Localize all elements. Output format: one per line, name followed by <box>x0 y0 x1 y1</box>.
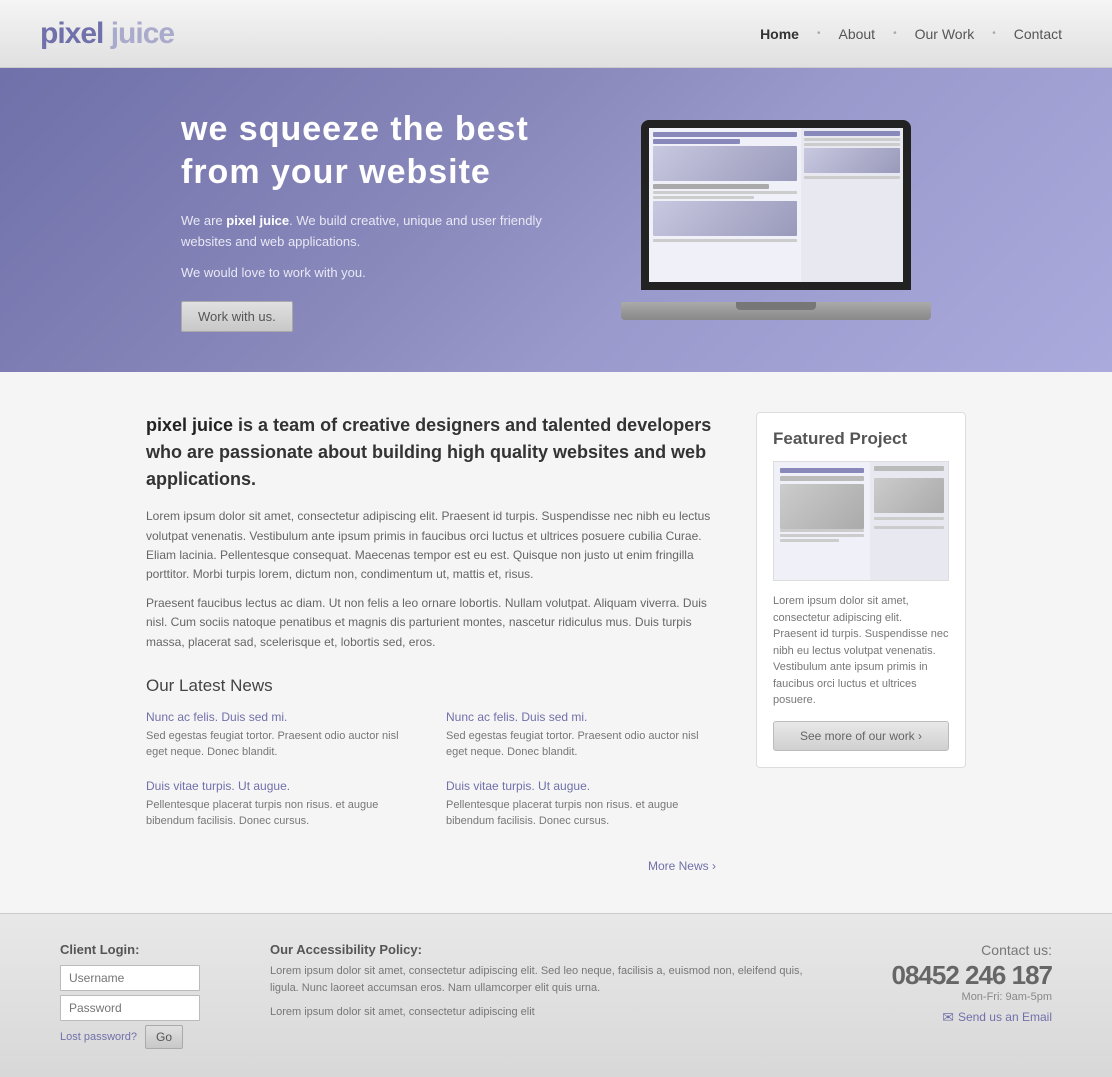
hero-headline: we squeeze the best from your website <box>181 108 561 193</box>
policy-para2: Lorem ipsum dolor sit amet, consectetur … <box>270 1004 812 1022</box>
news-item-1-title[interactable]: Nunc ac felis. Duis sed mi. <box>146 710 416 724</box>
featured-project-title: Featured Project <box>773 429 949 449</box>
contact-hours: Mon-Fri: 9am-5pm <box>852 991 1052 1003</box>
news-item-3: Duis vitae turpis. Ut augue. Pellentesqu… <box>146 779 416 830</box>
mail-icon: ✉ <box>942 1009 954 1026</box>
fp-bar-r1 <box>874 466 944 471</box>
go-button[interactable]: Go <box>145 1025 183 1049</box>
hero-image <box>621 120 931 320</box>
latest-news-title: Our Latest News <box>146 676 716 696</box>
screen-content <box>649 128 903 282</box>
email-link[interactable]: ✉ Send us an Email <box>852 1009 1052 1026</box>
fp-left <box>774 462 870 580</box>
fp-text-2 <box>780 534 864 537</box>
news-item-3-text: Pellentesque placerat turpis non risus. … <box>146 797 416 830</box>
news-item-2: Nunc ac felis. Duis sed mi. Sed egestas … <box>446 710 716 761</box>
screen-text-4 <box>804 138 900 141</box>
fp-text-1 <box>780 529 864 532</box>
username-input[interactable] <box>60 965 200 991</box>
screen-bar-3 <box>653 184 769 189</box>
screen-left <box>649 128 801 282</box>
screen-bar-1 <box>653 132 797 137</box>
fp-text-r1 <box>874 517 944 520</box>
screen-img-2 <box>653 201 797 236</box>
fp-bar-2 <box>780 476 864 481</box>
nav-dot-3: • <box>992 28 996 39</box>
latest-news-section: Our Latest News Nunc ac felis. Duis sed … <box>146 676 716 873</box>
news-item-3-title[interactable]: Duis vitae turpis. Ut augue. <box>146 779 416 793</box>
email-label: Send us an Email <box>958 1010 1052 1024</box>
hero-text: we squeeze the best from your website We… <box>181 108 561 332</box>
news-grid: Nunc ac felis. Duis sed mi. Sed egestas … <box>146 710 716 848</box>
nav-dot-2: • <box>893 28 897 39</box>
contact-label: Contact us: <box>852 942 1052 958</box>
fp-img-inner <box>774 462 948 580</box>
hero-section: we squeeze the best from your website We… <box>0 68 1112 372</box>
laptop-mockup <box>621 120 931 320</box>
laptop-screen <box>641 120 911 290</box>
news-item-2-title[interactable]: Nunc ac felis. Duis sed mi. <box>446 710 716 724</box>
featured-project-card: Featured Project <box>756 412 966 768</box>
see-more-button[interactable]: See more of our work <box>773 721 949 751</box>
site-footer: Client Login: Lost password? Go Our Acce… <box>0 913 1112 1077</box>
fp-text-r2 <box>874 526 944 529</box>
login-label: Client Login: <box>60 942 230 957</box>
screen-text-3 <box>653 239 797 242</box>
screen-bar-2 <box>653 139 740 144</box>
featured-project-image <box>773 461 949 581</box>
footer-policy: Our Accessibility Policy: Lorem ipsum do… <box>270 942 812 1028</box>
more-news-link[interactable]: More News <box>648 859 716 873</box>
footer-login: Client Login: Lost password? Go <box>60 942 230 1049</box>
main-nav: Home • About • Our Work • Contact <box>750 26 1072 42</box>
featured-project-desc: Lorem ipsum dolor sit amet, consectetur … <box>773 593 949 709</box>
content-right: Featured Project <box>756 412 966 872</box>
fp-bar-1 <box>780 468 864 473</box>
contact-phone: 08452 246 187 <box>852 960 1052 991</box>
news-item-2-text: Sed egestas feugiat tortor. Praesent odi… <box>446 728 716 761</box>
news-item-1: Nunc ac felis. Duis sed mi. Sed egestas … <box>146 710 416 761</box>
laptop-base <box>621 302 931 320</box>
screen-img-1 <box>653 146 797 181</box>
nav-about[interactable]: About <box>828 26 885 42</box>
about-heading: pixel juice is a team of creative design… <box>146 412 716 493</box>
main-content: pixel juice is a team of creative design… <box>0 372 1112 912</box>
hero-cta-button[interactable]: Work with us. <box>181 301 293 332</box>
news-item-1-text: Sed egestas feugiat tortor. Praesent odi… <box>146 728 416 761</box>
hero-intro: We are pixel juice. We build creative, u… <box>181 211 561 253</box>
footer-contact: Contact us: 08452 246 187 Mon-Fri: 9am-5… <box>852 942 1052 1026</box>
news-item-4: Duis vitae turpis. Ut augue. Pellentesqu… <box>446 779 716 830</box>
password-input[interactable] <box>60 995 200 1021</box>
fp-right <box>870 462 948 580</box>
news-item-4-title[interactable]: Duis vitae turpis. Ut augue. <box>446 779 716 793</box>
fp-img-block <box>780 484 864 529</box>
nav-dot-1: • <box>817 28 821 39</box>
nav-our-work[interactable]: Our Work <box>905 26 985 42</box>
fp-img-block-r <box>874 478 944 513</box>
nav-home[interactable]: Home <box>750 26 809 42</box>
news-item-4-text: Pellentesque placerat turpis non risus. … <box>446 797 716 830</box>
about-para2: Praesent faucibus lectus ac diam. Ut non… <box>146 594 716 652</box>
site-header: pixel juice Home • About • Our Work • Co… <box>0 0 1112 68</box>
laptop-notch <box>736 302 816 310</box>
lost-password-link[interactable]: Lost password? <box>60 1031 137 1043</box>
screen-text-5 <box>804 143 900 146</box>
screen-bar-4 <box>804 131 900 136</box>
policy-para1: Lorem ipsum dolor sit amet, consectetur … <box>270 963 812 998</box>
about-section: pixel juice is a team of creative design… <box>146 412 716 651</box>
screen-text-2 <box>653 196 754 199</box>
about-para1: Lorem ipsum dolor sit amet, consectetur … <box>146 507 716 584</box>
screen-text-6 <box>804 176 900 179</box>
hero-tagline: We would love to work with you. <box>181 263 561 284</box>
login-row: Lost password? Go <box>60 1025 230 1049</box>
fp-text-3 <box>780 539 839 542</box>
screen-img-3 <box>804 148 900 173</box>
site-logo[interactable]: pixel juice <box>40 17 174 51</box>
screen-text-1 <box>653 191 797 194</box>
main-inner: pixel juice is a team of creative design… <box>106 412 1006 872</box>
more-news-container: More News <box>146 858 716 873</box>
content-left: pixel juice is a team of creative design… <box>146 412 716 872</box>
policy-title: Our Accessibility Policy: <box>270 942 812 957</box>
nav-contact[interactable]: Contact <box>1004 26 1072 42</box>
screen-right <box>801 128 903 282</box>
